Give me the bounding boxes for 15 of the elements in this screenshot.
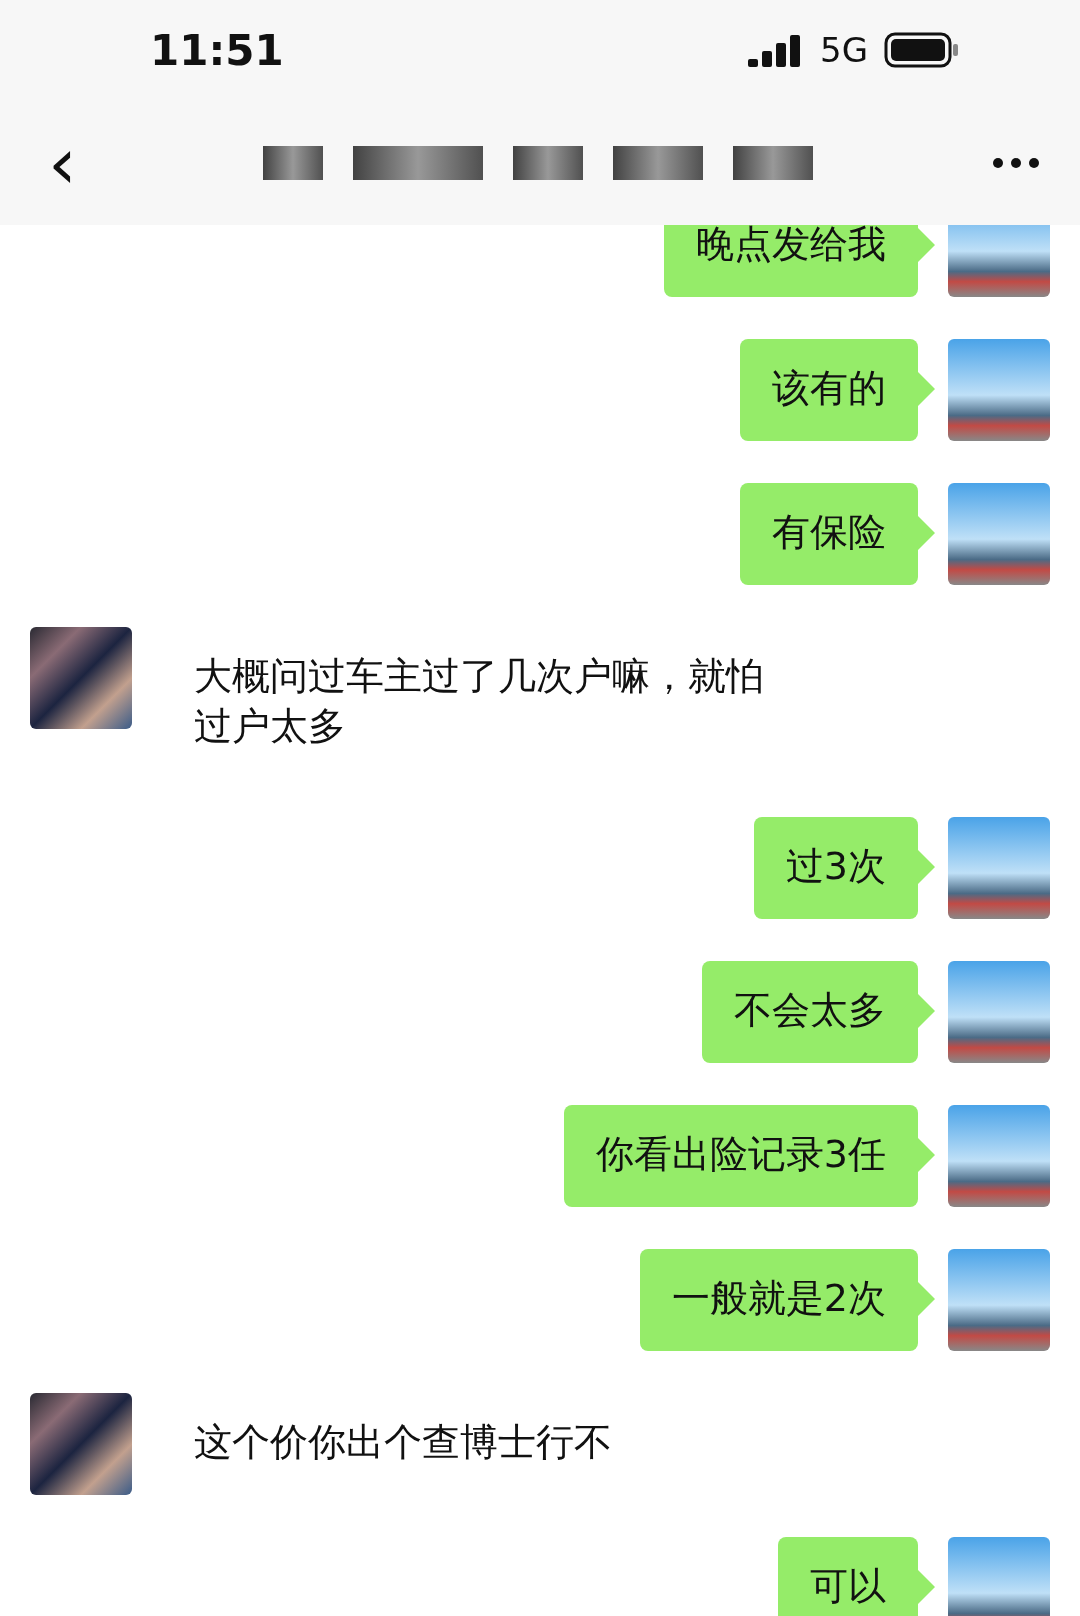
avatar-placeholder[interactable] (948, 483, 1050, 585)
avatar-placeholder[interactable] (948, 225, 1050, 297)
back-button[interactable]: ‹ (40, 126, 85, 199)
more-icon[interactable] (992, 156, 1040, 169)
avatar-placeholder[interactable] (948, 1105, 1050, 1207)
avatar-placeholder[interactable] (948, 1537, 1050, 1616)
avatar-placeholder[interactable] (948, 817, 1050, 919)
battery-icon (884, 32, 960, 68)
avatar-placeholder[interactable] (30, 627, 132, 729)
avatar-placeholder[interactable] (948, 961, 1050, 1063)
status-time: 11:51 (150, 25, 284, 75)
avatar-placeholder[interactable] (948, 1249, 1050, 1351)
avatar-placeholder[interactable] (948, 339, 1050, 441)
avatar-placeholder[interactable] (30, 1393, 132, 1495)
network-label: 5G (820, 30, 868, 70)
